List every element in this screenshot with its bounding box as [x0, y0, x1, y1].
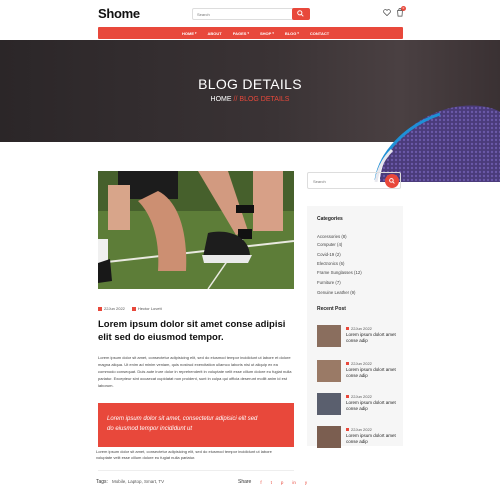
- recent-post-thumbnail[interactable]: [317, 426, 341, 448]
- breadcrumb-home[interactable]: HOME: [211, 96, 232, 103]
- recent-post-item[interactable]: 22Jun 2022 Lorem ipsum dolort amet conse …: [317, 393, 397, 415]
- linkedin-icon[interactable]: in: [292, 480, 296, 485]
- nav-item-about[interactable]: ABOUT: [208, 31, 222, 36]
- nav-item-home[interactable]: HOME ▾: [182, 31, 197, 36]
- breadcrumb-current: BLOG DETAILS: [239, 96, 290, 103]
- post-blockquote: Lorem ipsum dolor sit amet, consectetur …: [98, 403, 294, 447]
- sidebar-search: [307, 172, 401, 189]
- chevron-down-icon: ▾: [297, 31, 299, 35]
- share-label: Share: [238, 479, 252, 485]
- recent-post-title[interactable]: Lorem ipsum dolort amet conse adip: [346, 367, 398, 379]
- categories-heading: Categories: [317, 216, 343, 222]
- tags-list[interactable]: Mobile, Laptop, Smart, TV: [112, 479, 164, 484]
- chevron-down-icon: ▾: [247, 31, 249, 35]
- header-search-input[interactable]: [197, 9, 289, 19]
- cart-count-badge: 0: [401, 6, 406, 11]
- post-meta: 22Jun 2022 Hector Lovett: [98, 306, 162, 311]
- divider: [98, 470, 294, 471]
- heart-icon[interactable]: [383, 9, 391, 16]
- post-date: 22Jun 2022: [98, 306, 125, 311]
- recent-post-date: 22Jun 2022: [346, 361, 372, 366]
- chevron-down-icon: ▾: [272, 31, 274, 35]
- nav-item-pages[interactable]: PAGES ▾: [233, 31, 249, 36]
- calendar-icon: [98, 306, 102, 311]
- recent-post-heading: Recent Post: [317, 306, 346, 312]
- header-search: [192, 8, 310, 20]
- user-icon: [131, 306, 136, 311]
- share-bar: Share f t p in y: [238, 479, 307, 485]
- post-tags: Tags: Mobile, Laptop, Smart, TV: [96, 479, 164, 485]
- recent-post-date: 22Jun 2022: [346, 394, 372, 399]
- recent-post-item[interactable]: 22Jun 2022 Lorem ipsum dolort amet conse …: [317, 325, 397, 347]
- category-link[interactable]: Genuine Leather (9): [317, 290, 355, 295]
- category-link[interactable]: Furniture (7): [317, 280, 341, 285]
- sidebar-search-input[interactable]: [313, 176, 373, 186]
- main-nav: HOME ▾ ABOUT PAGES ▾ SHOP ▾ BLOG ▾ CONTACT: [98, 27, 403, 39]
- recent-post-title[interactable]: Lorem ipsum dolort amet conse adip: [346, 332, 398, 344]
- nav-item-shop[interactable]: SHOP ▾: [260, 31, 274, 36]
- nav-item-blog[interactable]: BLOG ▾: [285, 31, 299, 36]
- category-link[interactable]: Computer (4): [317, 242, 342, 247]
- twitter-icon[interactable]: t: [271, 480, 272, 485]
- recent-post-thumbnail[interactable]: [317, 360, 341, 382]
- site-logo[interactable]: Shome: [98, 6, 140, 21]
- recent-post-thumbnail[interactable]: [317, 393, 341, 415]
- post-author[interactable]: Hector Lovett: [131, 306, 162, 311]
- category-link[interactable]: Covid-19 (2): [317, 252, 341, 257]
- header-search-button[interactable]: [292, 8, 310, 20]
- post-title: Lorem ipsum dolor sit amet conse adipisi…: [98, 319, 286, 343]
- search-icon: [297, 10, 304, 17]
- post-featured-image: [98, 171, 294, 289]
- tags-label: Tags:: [96, 479, 108, 485]
- recent-post-date: 22Jun 2022: [346, 326, 372, 331]
- nav-item-contact[interactable]: CONTACT: [310, 31, 329, 36]
- breadcrumb: HOME//BLOG DETAILS: [0, 96, 500, 103]
- category-link[interactable]: Electronics (6): [317, 261, 344, 266]
- recent-post-thumbnail[interactable]: [317, 325, 341, 347]
- search-icon: [389, 178, 395, 184]
- sidebar-search-button[interactable]: [385, 174, 399, 188]
- recent-post-item[interactable]: 22Jun 2022 Lorem ipsum dolort amet conse …: [317, 426, 397, 448]
- page-title: BLOG DETAILS: [198, 76, 302, 92]
- page: Shome 0 HOME▾ABOUTPAGES▾SHOP▾BLOG▾CONTAC…: [0, 0, 500, 500]
- pinterest-icon[interactable]: p: [281, 480, 284, 485]
- post-paragraph: Lorem ipsum dolor sit amet, consectetur …: [98, 355, 292, 388]
- recent-post-date: 22Jun 2022: [346, 427, 372, 432]
- facebook-icon[interactable]: f: [260, 480, 261, 485]
- chevron-down-icon: ▾: [195, 31, 197, 35]
- category-link[interactable]: Frame Sunglasses (12): [317, 270, 362, 275]
- post-paragraph-2: Lorem ipsum dolor sit amet, consectetur …: [96, 449, 272, 460]
- breadcrumb-separator: //: [233, 96, 238, 103]
- category-link[interactable]: Accessories (8): [317, 234, 347, 239]
- shoe-image: [374, 105, 500, 182]
- youtube-icon[interactable]: y: [305, 480, 307, 485]
- recent-post-item[interactable]: 22Jun 2022 Lorem ipsum dolort amet conse …: [317, 360, 397, 382]
- recent-post-title[interactable]: Lorem ipsum dolort amet conse adip: [346, 433, 398, 445]
- recent-post-title[interactable]: Lorem ipsum dolort amet conse adip: [346, 400, 398, 412]
